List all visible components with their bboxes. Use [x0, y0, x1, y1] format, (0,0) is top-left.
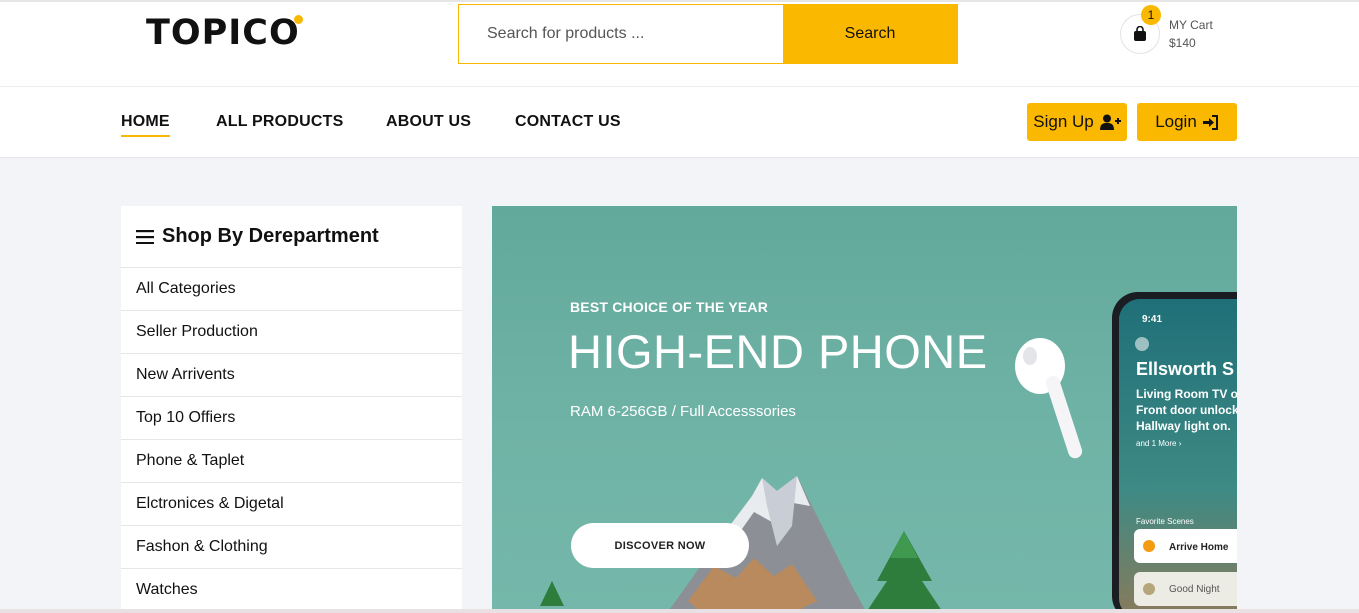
phone-heading: Ellsworth S — [1136, 359, 1235, 379]
phone-more: and 1 More › — [1136, 439, 1182, 448]
hamburger-menu-icon — [136, 229, 154, 244]
discover-now-button[interactable]: DISCOVER NOW — [571, 523, 749, 568]
bottom-strip — [0, 609, 1359, 613]
top-header: TOPICO Search 1 MY Cart $140 — [0, 0, 1359, 87]
department-sidebar: Shop By Derepartment All Categories Sell… — [121, 206, 462, 613]
cart-total: $140 — [1169, 36, 1196, 50]
phone-scenes-label: Favorite Scenes — [1136, 517, 1194, 526]
sign-up-label: Sign Up — [1033, 112, 1094, 131]
site-logo[interactable]: TOPICO — [146, 12, 309, 54]
shopping-bag-icon — [1134, 26, 1146, 41]
nav-all-products[interactable]: ALL PRODUCTS — [216, 112, 343, 132]
nav-home[interactable]: HOME — [121, 112, 170, 137]
category-all-categories[interactable]: All Categories — [121, 268, 462, 311]
login-label: Login — [1155, 112, 1197, 131]
banner-kicker: BEST CHOICE OF THE YEAR — [570, 299, 769, 315]
login-button[interactable]: Login — [1137, 103, 1237, 141]
main-nav: HOME ALL PRODUCTS ABOUT US CONTACT US Si… — [0, 87, 1359, 158]
category-fashon-clothing[interactable]: Fashon & Clothing — [121, 526, 462, 569]
category-watches[interactable]: Watches — [121, 569, 462, 612]
phone-scene-good-night: Good Night — [1169, 584, 1220, 595]
category-phone-taplet[interactable]: Phone & Taplet — [121, 440, 462, 483]
banner-title: HIGH-END PHONE — [568, 325, 988, 378]
hero-banner: BEST CHOICE OF THE YEAR HIGH-END PHONE R… — [492, 206, 1237, 613]
phone-line-1: Living Room TV o — [1136, 387, 1237, 401]
cart-label: MY Cart — [1169, 18, 1213, 32]
user-plus-icon — [1099, 114, 1121, 130]
category-new-arrivents[interactable]: New Arrivents — [121, 354, 462, 397]
banner-subtitle: RAM 6-256GB / Full Accesssories — [570, 403, 796, 420]
search-input[interactable] — [459, 5, 783, 63]
sidebar-header[interactable]: Shop By Derepartment — [121, 206, 462, 268]
phone-line-2: Front door unlock — [1136, 403, 1237, 417]
cart-count-badge: 1 — [1141, 5, 1161, 25]
nav-about-us[interactable]: ABOUT US — [386, 112, 471, 132]
sign-in-icon — [1202, 114, 1218, 130]
sign-up-button[interactable]: Sign Up — [1027, 103, 1127, 141]
sidebar-title: Shop By Derepartment — [162, 225, 379, 247]
category-electronics-digetal[interactable]: Elctronices & Digetal — [121, 483, 462, 526]
phone-time: 9:41 — [1142, 314, 1163, 325]
phone-scene-arrive-home: Arrive Home — [1169, 542, 1229, 553]
cart[interactable]: 1 MY Cart $140 — [1120, 5, 1240, 54]
search-bar: Search — [458, 4, 958, 64]
search-button[interactable]: Search — [783, 5, 957, 63]
category-seller-production[interactable]: Seller Production — [121, 311, 462, 354]
category-top-10-offiers[interactable]: Top 10 Offiers — [121, 397, 462, 440]
logo-dot — [293, 15, 303, 24]
nav-contact-us[interactable]: CONTACT US — [515, 112, 621, 132]
phone-line-3: Hallway light on. — [1136, 419, 1231, 433]
cart-summary: MY Cart $140 — [1169, 16, 1213, 52]
